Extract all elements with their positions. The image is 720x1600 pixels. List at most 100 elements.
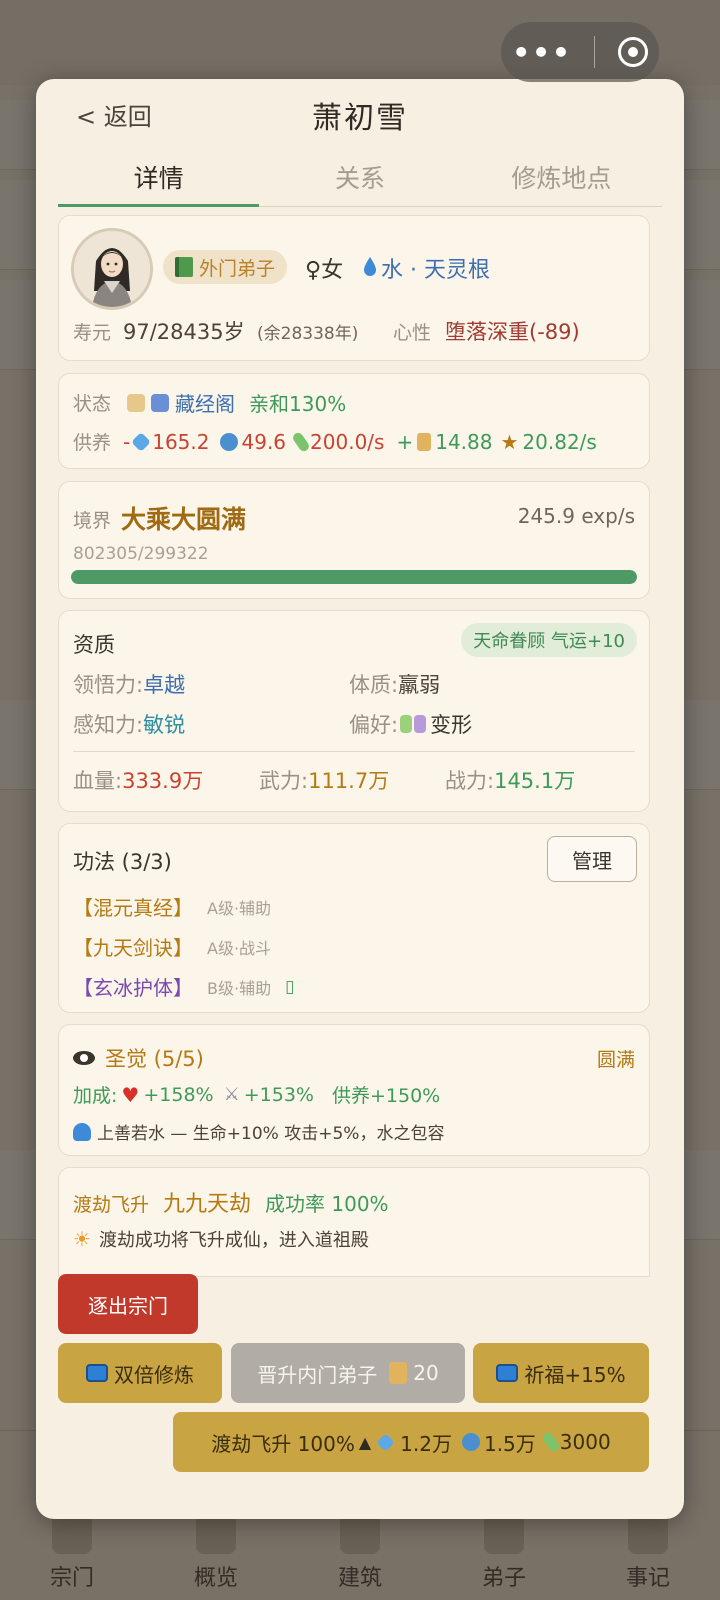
- supply-gem: 165.2: [152, 429, 210, 454]
- gem-icon: [131, 431, 152, 452]
- scroll-icon: [389, 1362, 408, 1384]
- promote-label: 晋升内门弟子: [257, 1362, 378, 1387]
- modal-header: < 返回 萧初雪: [36, 79, 684, 149]
- supply-prefix: -: [123, 429, 131, 454]
- hp-value: 333.9万: [122, 769, 204, 793]
- skills-card: 功法 (3/3) 管理 【混元真经】 A级·辅助 【九天剑诀】 A级·战斗 【玄…: [58, 823, 650, 1013]
- pill-icon: [540, 1430, 561, 1454]
- force-value: 111.7万: [308, 769, 390, 793]
- power-row: 战力:145.1万: [445, 765, 575, 795]
- skill-item[interactable]: 【玄冰护体】 B级·辅助 ▯: [73, 972, 294, 1001]
- spiral-icon: [461, 1433, 480, 1451]
- skill-name: 【九天剑诀】: [73, 936, 193, 960]
- promote-button[interactable]: 晋升内门弟子 20: [231, 1343, 465, 1403]
- preference-label: 偏好:: [349, 713, 399, 737]
- expel-button[interactable]: 逐出宗门: [58, 1274, 198, 1334]
- bonus-label: 加成:: [73, 1085, 118, 1107]
- state-row: 状态 藏经阁 亲和130%: [73, 388, 346, 417]
- state-label: 状态: [73, 393, 112, 415]
- comprehension-value: 卓越: [143, 673, 186, 697]
- divider: [73, 751, 635, 752]
- ascend-gem: 1.2万: [400, 1431, 452, 1456]
- disciple-detail-modal: < 返回 萧初雪 详情 关系 修炼地点 外门弟子 ♀女 水 · 天灵根 寿元 9…: [36, 79, 684, 1519]
- mask-icon: [414, 715, 427, 733]
- profile-card: 外门弟子 ♀女 水 · 天灵根 寿元 97/28435岁 (余28338年) 心…: [58, 215, 650, 361]
- more-icon[interactable]: •••: [512, 36, 572, 69]
- mind-label: 心性: [393, 322, 432, 344]
- realm-card: 境界 大乘大圆满 245.9 exp/s 802305/299322: [58, 481, 650, 599]
- ascend-label: 渡劫飞升 100%: [211, 1431, 355, 1456]
- luck-badge: 天命眷顾 气运+10: [461, 623, 637, 657]
- bonus-hp: +158%: [143, 1083, 214, 1106]
- insight-card: 圣觉 (5/5) 圆满 加成: ♥ +158% ⚔ +153% 供养+150% …: [58, 1024, 650, 1156]
- books-icon: [151, 393, 170, 412]
- ascend-pill: 3000: [559, 1430, 611, 1454]
- modal-title: 萧初雪: [312, 101, 408, 136]
- force-label: 武力:: [259, 769, 309, 793]
- insight-title: 圣觉 (5/5): [105, 1047, 204, 1071]
- supply-scroll: 14.88: [435, 429, 493, 454]
- power-label: 战力:: [445, 769, 495, 793]
- heart-icon: ♥: [121, 1082, 140, 1107]
- swords-icon: ⚔: [223, 1084, 240, 1105]
- eye-icon: [73, 1051, 95, 1065]
- role-label: 外门弟子: [199, 257, 276, 280]
- hp-row: 血量:333.9万: [73, 765, 203, 795]
- avatar: [71, 228, 153, 310]
- force-row: 武力:111.7万: [259, 765, 389, 795]
- hp-label: 血量:: [73, 769, 123, 793]
- scroll-icon: [417, 432, 432, 451]
- ascend-button[interactable]: 渡劫飞升 100% ▲ 1.2万 1.5万 3000: [173, 1412, 649, 1472]
- tribulation-name: 九九天劫: [163, 1192, 252, 1217]
- supply-spiral: 49.6: [241, 429, 287, 454]
- mind-value: 堕落深重(-89): [445, 320, 580, 344]
- perception-row: 感知力:敏锐: [73, 709, 185, 739]
- bonus-supply: 供养+150%: [331, 1085, 441, 1107]
- realm-exp: 802305/299322: [73, 544, 209, 564]
- supply-label: 供养: [73, 432, 112, 454]
- perception-value: 敏锐: [143, 713, 186, 737]
- tribulation-card: 渡劫飞升 九九天劫 成功率 100% ☀ 渡劫成功将飞升成仙，进入道祖殿: [58, 1167, 650, 1277]
- tribulation-note: 渡劫成功将飞升成仙，进入道祖殿: [98, 1230, 369, 1251]
- realm-progress-fill: [71, 570, 637, 584]
- insight-title-row: 圣觉 (5/5): [73, 1043, 204, 1073]
- miniprogram-capsule: •••: [501, 22, 659, 82]
- skill-item[interactable]: 【九天剑诀】 A级·战斗: [73, 932, 271, 961]
- comprehension-row: 领悟力:卓越: [73, 669, 185, 699]
- skill-extra-glyph: ▯: [285, 976, 295, 997]
- manage-button[interactable]: 管理: [547, 836, 637, 882]
- tab-relations[interactable]: 关系: [259, 151, 460, 206]
- close-target-icon[interactable]: [617, 37, 648, 67]
- promote-cost: 20: [413, 1361, 439, 1385]
- comprehension-label: 领悟力:: [73, 673, 144, 697]
- skill-item[interactable]: 【混元真经】 A级·辅助: [73, 892, 271, 921]
- insight-note: 上善若水 — 生命+10% 攻击+5%，水之包容: [97, 1124, 445, 1144]
- supply-plus: +: [396, 429, 414, 454]
- skill-name: 【玄冰护体】: [73, 976, 193, 1000]
- tv-icon: [496, 1364, 519, 1382]
- lifespan-remaining: (余28338年): [257, 324, 359, 344]
- tab-details[interactable]: 详情: [58, 151, 260, 207]
- double-cultivate-button[interactable]: 双倍修炼: [58, 1343, 222, 1403]
- role-badge: 外门弟子: [163, 250, 288, 284]
- power-value: 145.1万: [494, 769, 576, 793]
- mask-icon: [400, 715, 413, 733]
- tribulation-label: 渡劫飞升: [73, 1194, 150, 1216]
- supply-star: 20.82/s: [522, 429, 597, 454]
- book-icon: [175, 257, 193, 277]
- location-label: 藏经阁: [175, 392, 236, 416]
- preference-value: 变形: [430, 713, 473, 737]
- gem-icon: [376, 1432, 395, 1452]
- perception-label: 感知力:: [73, 713, 144, 737]
- wave-icon: [73, 1122, 91, 1141]
- tab-cultivation-place[interactable]: 修炼地点: [461, 151, 662, 206]
- skill-grade: B级·辅助: [207, 978, 272, 998]
- pill-icon: [291, 430, 311, 453]
- sun-icon: ☀: [73, 1227, 91, 1251]
- lifespan-value: 97/28435岁: [123, 320, 245, 344]
- realm-value: 大乘大圆满: [121, 505, 247, 534]
- aptitude-card: 资质 天命眷顾 气运+10 领悟力:卓越 体质:羸弱 感知力:敏锐 偏好: 变形…: [58, 610, 650, 812]
- physique-label: 体质:: [349, 673, 399, 697]
- tribulation-note-row: ☀ 渡劫成功将飞升成仙，进入道祖殿: [73, 1226, 369, 1252]
- bless-button[interactable]: 祈福+15%: [473, 1343, 649, 1403]
